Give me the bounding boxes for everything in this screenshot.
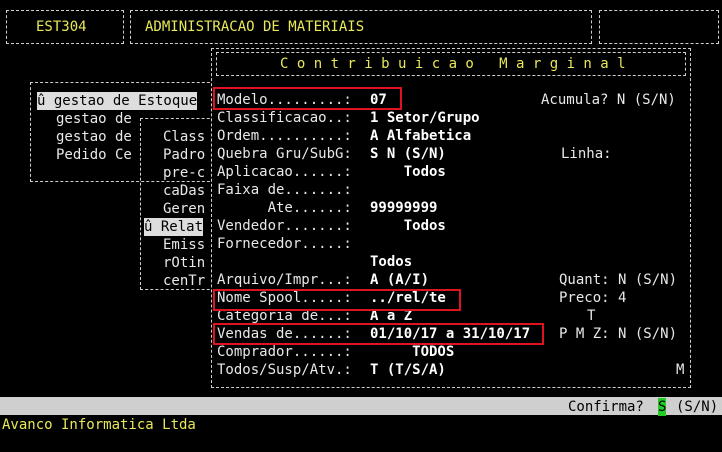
field-value[interactable]: 1 Setor/Grupo <box>370 109 480 127</box>
header-right-box <box>599 10 719 44</box>
field-extra: Preco: 4 <box>559 290 627 306</box>
field-extra: T <box>587 308 596 324</box>
field-extra: Quant: N (S/N) <box>559 272 678 288</box>
field-value[interactable]: A Alfabetica <box>370 127 471 145</box>
field-value[interactable]: Todos <box>370 217 446 235</box>
field-extra: P M Z: N (S/N) <box>559 326 678 342</box>
field-extra: Linha: <box>561 146 612 162</box>
submenu-centr[interactable]: cenTr <box>163 272 205 290</box>
field-value[interactable]: A (A/I) <box>370 271 429 289</box>
field-label: Ate......: <box>217 200 352 216</box>
confirm-hint: (S/N) <box>676 399 719 415</box>
field-label: Fornecedor.....: <box>217 236 352 252</box>
menu-item-estoque[interactable]: û gestao de Estoque <box>37 92 198 110</box>
menu-item-pedido[interactable]: Pedido Ce <box>56 146 132 164</box>
dialog-title: C o n t r i b u i c a o M a r g i n a l <box>280 56 626 72</box>
field-value[interactable]: T (T/S/A) <box>370 361 446 379</box>
field-extra: M <box>676 362 685 378</box>
field-label: Todos/Susp/Atv.: <box>217 362 352 378</box>
submenu-relat[interactable]: û Relat <box>144 218 204 236</box>
header-code: EST304 <box>36 19 87 35</box>
submenu-geren[interactable]: Geren <box>163 200 205 218</box>
highlight-vendas <box>213 323 544 345</box>
field-label: Vendedor.......: <box>217 218 352 234</box>
submenu-padro[interactable]: Padro <box>163 146 205 164</box>
field-value[interactable]: TODOS <box>370 343 454 361</box>
confirm-input[interactable]: S <box>658 398 667 416</box>
submenu-pre[interactable]: pre-c <box>163 164 205 182</box>
menu-item-gestao-2[interactable]: gestao de <box>56 128 132 146</box>
submenu-class[interactable]: Class <box>163 128 205 146</box>
header-title: ADMINISTRACAO DE MATERIAIS <box>145 19 365 35</box>
field-value[interactable]: S N (S/N) <box>370 145 446 163</box>
field-label: Quebra Gru/SubG: <box>217 146 352 162</box>
confirm-label: Confirma? <box>568 399 644 415</box>
submenu-emiss[interactable]: Emiss <box>163 236 205 254</box>
field-value[interactable]: 99999999 <box>370 199 437 217</box>
field-label: Ordem..........: <box>217 128 352 144</box>
menu-item-gestao-1[interactable]: gestao de <box>56 110 132 128</box>
highlight-modelo <box>213 87 402 110</box>
field-label: Aplicacao......: <box>217 164 352 180</box>
submenu-cadas[interactable]: caDas <box>163 182 205 200</box>
field-value[interactable]: Todos <box>370 253 412 271</box>
field-label: Faixa de.......: <box>217 182 352 198</box>
highlight-spool <box>213 289 461 311</box>
field-label: Classificacao..: <box>217 110 352 126</box>
field-label: Arquivo/Impr...: <box>217 272 352 288</box>
field-label: Comprador......: <box>217 344 352 360</box>
company-name: Avanco Informatica Ltda <box>2 417 196 433</box>
field-extra: Acumula? N (S/N) <box>541 92 676 108</box>
field-value[interactable]: Todos <box>370 163 446 181</box>
submenu-rotin[interactable]: rOtin <box>163 254 205 272</box>
